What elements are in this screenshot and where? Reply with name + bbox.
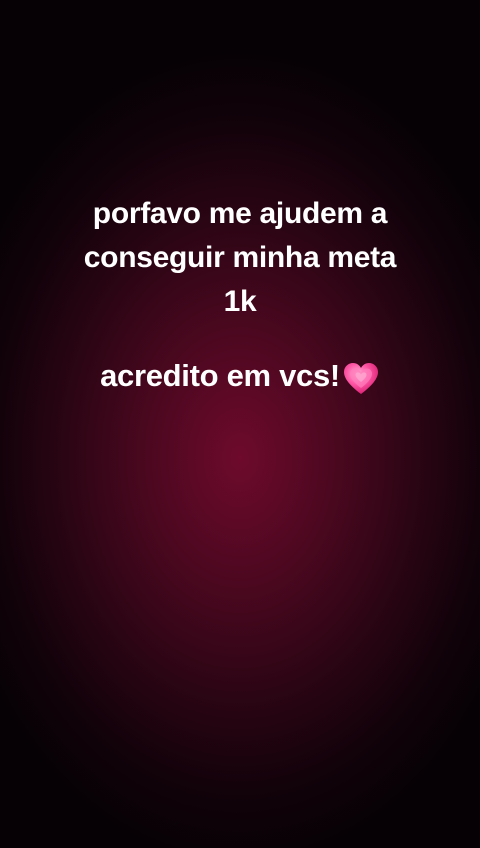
- story-background: porfavo me ajudem a conseguir minha meta…: [0, 0, 480, 848]
- message-line-2: conseguir minha meta: [83, 241, 397, 274]
- message-line-3: 1k: [223, 285, 257, 318]
- message-line-1: porfavo me ajudem a: [92, 197, 388, 230]
- heart-icon: [342, 361, 380, 397]
- closing-text: acredito em vcs!: [0, 352, 480, 400]
- closing-label: acredito em vcs!: [100, 358, 340, 393]
- message-text: porfavo me ajudem a conseguir minha meta…: [0, 192, 480, 324]
